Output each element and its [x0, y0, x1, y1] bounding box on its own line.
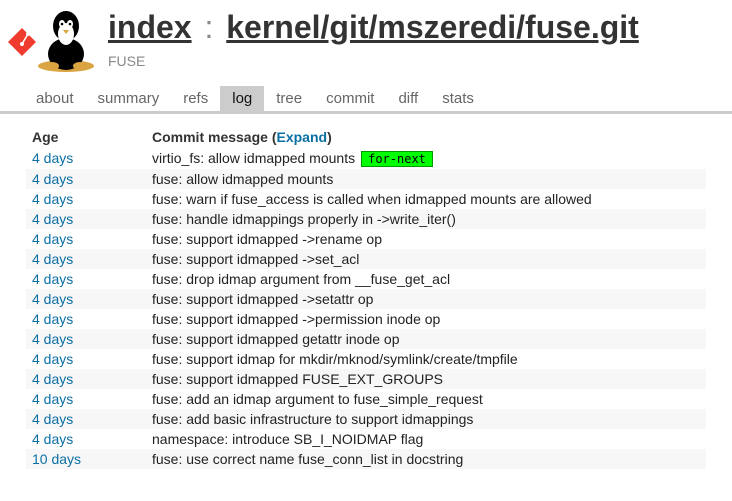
commit-message-link[interactable]: fuse: support idmapped ->set_acl	[152, 251, 359, 267]
commit-message-link[interactable]: fuse: support idmap for mkdir/mknod/syml…	[152, 351, 518, 367]
tab-commit[interactable]: commit	[314, 86, 386, 111]
tab-diff[interactable]: diff	[386, 86, 430, 111]
branch-tag[interactable]: for-next	[361, 151, 433, 167]
table-row: 4 days namespace: introduce SB_I_NOIDMAP …	[26, 429, 706, 449]
page-header: index : kernel/git/mszeredi/fuse.git FUS…	[0, 0, 732, 72]
col-commit-header: Commit message (Expand)	[146, 126, 706, 148]
title-block: index : kernel/git/mszeredi/fuse.git FUS…	[108, 4, 724, 69]
commit-age-link[interactable]: 4 days	[32, 351, 73, 367]
table-row: 4 days fuse: handle idmappings properly i…	[26, 209, 706, 229]
commit-message-link[interactable]: fuse: support idmapped ->setattr op	[152, 291, 373, 307]
commit-age-link[interactable]: 4 days	[32, 411, 73, 427]
commit-message-link[interactable]: fuse: add basic infrastructure to suppor…	[152, 411, 473, 427]
commit-message-link[interactable]: fuse: drop idmap argument from __fuse_ge…	[152, 271, 450, 287]
commit-log-table: Age Commit message (Expand) 4 days virtio…	[26, 126, 706, 469]
commit-message-link[interactable]: fuse: support idmapped FUSE_EXT_GROUPS	[152, 371, 443, 387]
commit-message-link[interactable]: fuse: allow idmapped mounts	[152, 171, 333, 187]
commit-message-link[interactable]: fuse: use correct name fuse_conn_list in…	[152, 451, 463, 467]
table-row: 4 days fuse: warn if fuse_access is calle…	[26, 189, 706, 209]
table-row: 4 days fuse: add an idmap argument to fus…	[26, 389, 706, 409]
repo-description: FUSE	[108, 53, 724, 69]
table-row: 4 days virtio_fs: allow idmapped mounts fo…	[26, 148, 706, 169]
table-row: 4 days fuse: support idmapped getattr ino…	[26, 329, 706, 349]
commit-age-link[interactable]: 4 days	[32, 271, 73, 287]
tab-stats[interactable]: stats	[430, 86, 486, 111]
commit-age-link[interactable]: 4 days	[32, 311, 73, 327]
commit-age-link[interactable]: 4 days	[32, 211, 73, 227]
commit-age-link[interactable]: 4 days	[32, 291, 73, 307]
tab-summary[interactable]: summary	[86, 86, 172, 111]
tab-refs[interactable]: refs	[171, 86, 220, 111]
commit-message-link[interactable]: virtio_fs: allow idmapped mounts	[152, 150, 355, 166]
table-row: 4 days fuse: support idmapped ->setattr o…	[26, 289, 706, 309]
commit-age-link[interactable]: 4 days	[32, 331, 73, 347]
commit-message-link[interactable]: fuse: warn if fuse_access is called when…	[152, 191, 592, 207]
table-row: 10 days fuse: use correct name fuse_conn_…	[26, 449, 706, 469]
commit-age-link[interactable]: 4 days	[32, 191, 73, 207]
index-link[interactable]: index	[108, 9, 192, 45]
commit-age-link[interactable]: 4 days	[32, 251, 73, 267]
commit-age-link[interactable]: 4 days	[32, 431, 73, 447]
commit-message-link[interactable]: fuse: support idmapped getattr inode op	[152, 331, 400, 347]
expand-link[interactable]: Expand	[276, 129, 327, 145]
repo-link[interactable]: kernel/git/mszeredi/fuse.git	[226, 9, 639, 45]
col-age-header: Age	[26, 126, 146, 148]
commit-age-link[interactable]: 4 days	[32, 231, 73, 247]
table-row: 4 days fuse: support idmapped ->set_acl	[26, 249, 706, 269]
repo-title: index : kernel/git/mszeredi/fuse.git	[108, 4, 724, 45]
tab-tree[interactable]: tree	[264, 86, 314, 111]
commit-message-link[interactable]: fuse: add an idmap argument to fuse_simp…	[152, 391, 483, 407]
commit-age-link[interactable]: 10 days	[32, 451, 81, 467]
commit-header-suffix: )	[327, 129, 332, 145]
nav-tabs: aboutsummaryrefslogtreecommitdiffstats	[0, 82, 732, 114]
table-row: 4 days fuse: add basic infrastructure to …	[26, 409, 706, 429]
table-row: 4 days fuse: drop idmap argument from __f…	[26, 269, 706, 289]
tab-about[interactable]: about	[24, 86, 86, 111]
commit-age-link[interactable]: 4 days	[32, 371, 73, 387]
table-row: 4 days fuse: support idmapped FUSE_EXT_GR…	[26, 369, 706, 389]
commit-age-link[interactable]: 4 days	[32, 391, 73, 407]
title-separator: :	[204, 9, 213, 45]
table-row: 4 days fuse: support idmap for mkdir/mkno…	[26, 349, 706, 369]
commit-age-link[interactable]: 4 days	[32, 150, 73, 166]
tab-log[interactable]: log	[220, 86, 264, 111]
commit-header-prefix: Commit message (	[152, 129, 276, 145]
commit-age-link[interactable]: 4 days	[32, 171, 73, 187]
commit-message-link[interactable]: fuse: support idmapped ->permission inod…	[152, 311, 440, 327]
cgit-logo[interactable]	[8, 4, 98, 72]
commit-message-link[interactable]: namespace: introduce SB_I_NOIDMAP flag	[152, 431, 423, 447]
table-row: 4 days fuse: allow idmapped mounts	[26, 169, 706, 189]
table-row: 4 days fuse: support idmapped ->permissio…	[26, 309, 706, 329]
commit-message-link[interactable]: fuse: support idmapped ->rename op	[152, 231, 382, 247]
commit-message-link[interactable]: fuse: handle idmappings properly in ->wr…	[152, 211, 456, 227]
table-row: 4 days fuse: support idmapped ->rename op	[26, 229, 706, 249]
